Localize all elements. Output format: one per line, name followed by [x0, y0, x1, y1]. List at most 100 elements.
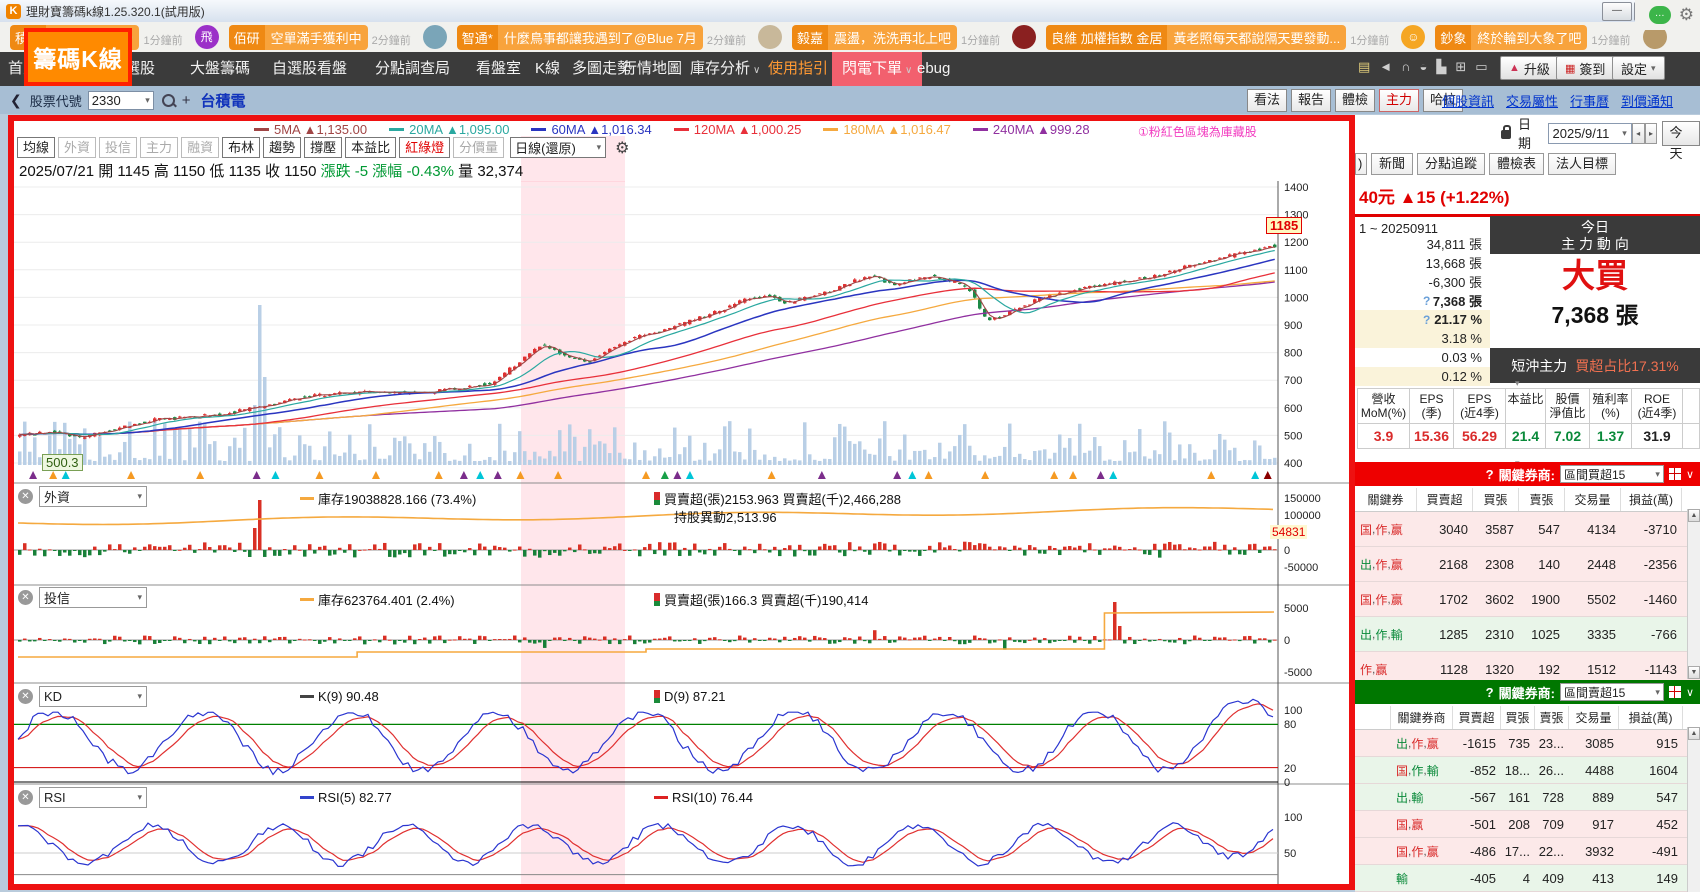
- table-row[interactable]: 出,作,赢-161573523...3085915: [1355, 730, 1700, 757]
- stockbar-link-個股資訊[interactable]: 個股資訊: [1442, 91, 1494, 110]
- menu-item-3[interactable]: 大盤籌碼: [190, 52, 250, 86]
- table-row[interactable]: 国,作,赢1702360219005502-1460: [1355, 582, 1700, 617]
- menu-item-11[interactable]: 使用指引: [768, 52, 828, 86]
- toolbar-button-本益比[interactable]: 本益比: [345, 137, 396, 158]
- table-row[interactable]: 出,作,赢216823081402448-2356: [1355, 547, 1700, 582]
- tab-分點追蹤[interactable]: 分點追蹤: [1417, 153, 1485, 175]
- menu-item-6[interactable]: 看盤室: [476, 52, 521, 86]
- toolbar-button-趨勢[interactable]: 趨勢: [263, 137, 301, 158]
- close-icon[interactable]: ✕: [18, 790, 33, 805]
- chevron-down-icon[interactable]: ∨: [1686, 686, 1694, 699]
- stock-name-link[interactable]: 台積電: [201, 90, 246, 111]
- toolbar-button-投信[interactable]: 投信: [99, 137, 137, 158]
- avatar[interactable]: 飛: [195, 25, 219, 49]
- chat-icon[interactable]: ◒: [1420, 59, 1428, 75]
- table-row[interactable]: 出,輸-567161728889547: [1355, 784, 1700, 811]
- tab-fragment[interactable]: ): [1355, 153, 1367, 175]
- close-icon[interactable]: ✕: [18, 489, 33, 504]
- close-icon[interactable]: ✕: [18, 590, 33, 605]
- indicator-select-rsi[interactable]: RSI▾: [39, 787, 147, 808]
- close-icon[interactable]: ✕: [18, 689, 33, 704]
- scroll-up-button[interactable]: ▲: [1688, 727, 1700, 740]
- buy-filter-select[interactable]: 區間買超15▾: [1560, 465, 1664, 483]
- table-row[interactable]: 国,赢-501208709917452: [1355, 811, 1700, 838]
- toolbar-button-撐壓[interactable]: 撐壓: [304, 137, 342, 158]
- help-icon[interactable]: ?: [1486, 685, 1494, 700]
- interval-select[interactable]: 日線(還原)▾: [510, 137, 606, 158]
- settings-button[interactable]: 設定 ▾: [1612, 56, 1665, 80]
- help-icon[interactable]: ?: [1423, 294, 1430, 308]
- tab-體檢表[interactable]: 體檢表: [1489, 153, 1544, 175]
- sell-filter-select[interactable]: 區間賣超15▾: [1560, 683, 1664, 701]
- ticker-message[interactable]: 鈔象終於輪到大象了吧: [1435, 25, 1587, 50]
- ticker-message[interactable]: 智通*什麼鳥事都讓我遇到了@Blue 7月: [457, 25, 703, 50]
- scroll-down-button[interactable]: ▼: [1688, 666, 1700, 679]
- table-grid-icon[interactable]: [1669, 686, 1681, 698]
- megaphone-icon[interactable]: ◄: [1379, 59, 1392, 75]
- menu-item-9[interactable]: 行情地圖: [622, 52, 682, 86]
- date-next-button[interactable]: ▸: [1645, 123, 1658, 144]
- chat-bubble-icon[interactable]: …: [1649, 6, 1671, 24]
- date-input[interactable]: 2025/9/11▾: [1548, 123, 1632, 144]
- table-row[interactable]: 国,作,赢304035875474134-3710: [1355, 512, 1700, 547]
- indicator-select-trust[interactable]: 投信▾: [39, 587, 147, 608]
- stats-icon[interactable]: ▙: [1436, 59, 1446, 75]
- menu-item-5[interactable]: 分點調查局: [375, 52, 450, 86]
- table-row[interactable]: 輸-4054409413149: [1355, 865, 1700, 892]
- ticker-message[interactable]: 佰研空單滿手獲利中: [229, 25, 368, 50]
- help-icon[interactable]: ?: [1486, 467, 1494, 482]
- gear-icon[interactable]: ⚙: [1679, 5, 1694, 25]
- back-arrow-icon[interactable]: ❮: [10, 92, 22, 109]
- note-icon[interactable]: ▤: [1358, 59, 1370, 75]
- toolbar-button-主力[interactable]: 主力: [140, 137, 178, 158]
- headset-icon[interactable]: ∩: [1401, 59, 1410, 75]
- scrollbar[interactable]: ▲▼: [1687, 509, 1700, 679]
- table-row[interactable]: 出,作,輸1285231010253335-766: [1355, 617, 1700, 652]
- upgrade-button[interactable]: ▲ 升級: [1500, 56, 1559, 80]
- ticker-message[interactable]: 良維 加權指數 金居黃老照每天都說隔天要發動...: [1046, 25, 1346, 50]
- avatar[interactable]: [1012, 25, 1036, 49]
- date-prev-button[interactable]: ◂: [1632, 123, 1645, 144]
- monitor-icon[interactable]: ▭: [1475, 59, 1487, 75]
- toolbar-button-紅綠燈[interactable]: 紅綠燈: [399, 137, 450, 158]
- tab-新聞[interactable]: 新聞: [1371, 153, 1413, 175]
- toolbar-button-分價量[interactable]: 分價量: [453, 137, 504, 158]
- table-row[interactable]: 国,作,赢-48617...22...3932-491: [1355, 838, 1700, 865]
- menu-item-7[interactable]: K線: [535, 52, 560, 86]
- stockbar-button-主力[interactable]: 主力: [1379, 89, 1419, 112]
- highlighted-menu-badge[interactable]: 籌碼K線: [24, 28, 132, 86]
- avatar[interactable]: ☺: [1401, 25, 1425, 49]
- table-row[interactable]: 国,作,輸-85218...26...44881604: [1355, 757, 1700, 784]
- toolbar-button-布林[interactable]: 布林: [222, 137, 260, 158]
- minimize-button[interactable]: —: [1602, 2, 1632, 21]
- chart-settings-gear-icon[interactable]: ⚙: [615, 138, 629, 158]
- menu-item-4[interactable]: 自選股看盤: [272, 52, 347, 86]
- menu-item-10[interactable]: 庫存分析∨: [690, 52, 760, 86]
- stockbar-link-到價通知[interactable]: 到價通知: [1621, 91, 1673, 110]
- tab-法人目標[interactable]: 法人目標: [1548, 153, 1616, 175]
- stockbar-button-體檢[interactable]: 體檢: [1335, 89, 1375, 112]
- stockbar-button-看法[interactable]: 看法: [1247, 89, 1287, 112]
- indicator-select-foreign[interactable]: 外資▾: [39, 486, 147, 507]
- avatar[interactable]: [423, 25, 447, 49]
- toolbar-button-均線[interactable]: 均線: [17, 137, 55, 158]
- toolbar-button-融資[interactable]: 融資: [181, 137, 219, 158]
- help-icon[interactable]: ?: [1423, 313, 1430, 327]
- toolbar-button-外資[interactable]: 外資: [58, 137, 96, 158]
- grid-icon[interactable]: ⊞: [1455, 59, 1466, 75]
- stockbar-link-交易屬性[interactable]: 交易屬性: [1506, 91, 1558, 110]
- lock-icon[interactable]: [1501, 130, 1511, 139]
- stock-code-input[interactable]: 2330▾: [88, 91, 154, 110]
- table-grid-icon[interactable]: [1669, 468, 1681, 480]
- ticker-message[interactable]: 毅嘉震盪，洗洗再北上吧: [792, 25, 957, 50]
- chevron-down-icon[interactable]: ∨: [1686, 468, 1694, 481]
- stockbar-button-報告[interactable]: 報告: [1291, 89, 1331, 112]
- add-stock-button[interactable]: +: [182, 92, 191, 109]
- search-icon[interactable]: [162, 94, 175, 107]
- indicator-select-kd[interactable]: KD▾: [39, 686, 147, 707]
- price-chart-canvas[interactable]: 1400130012001100100090080070060050040015…: [14, 181, 1349, 884]
- scrollbar[interactable]: ▲▼: [1687, 727, 1700, 892]
- menu-item-12[interactable]: 閃電下單∨: [832, 52, 922, 86]
- today-button[interactable]: 今天: [1662, 121, 1700, 146]
- stockbar-link-行事曆[interactable]: 行事曆: [1570, 91, 1609, 110]
